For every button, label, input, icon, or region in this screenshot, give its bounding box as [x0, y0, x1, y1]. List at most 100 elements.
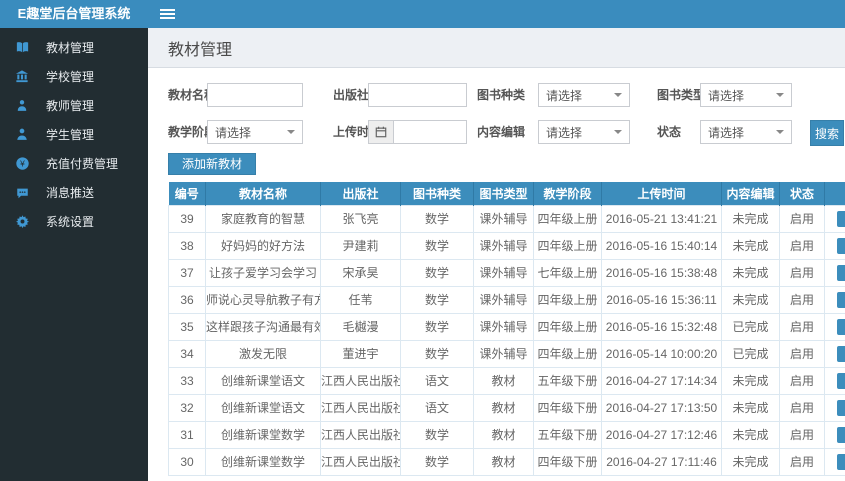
table-cell-actions: [824, 285, 845, 314]
table-cell: 四年级上册: [533, 231, 602, 260]
table-cell: 激发无限: [205, 339, 321, 368]
sidebar-item-5[interactable]: 消息推送: [0, 178, 148, 207]
table-cell: 张飞亮: [320, 204, 401, 233]
status-label: 状态: [657, 125, 682, 139]
row-action-button[interactable]: [837, 345, 845, 362]
row-action-button[interactable]: [837, 372, 845, 389]
column-header: 图书类型: [473, 182, 534, 205]
table-cell: 数学: [400, 312, 474, 341]
materials-table: 编号 教材名称 出版社 图书种类 图书类型 教学阶段 上传时间 内容编辑 状态 39 家庭教育的智…: [168, 182, 845, 476]
book-type-value: 请选择: [708, 88, 745, 103]
table-cell: 37: [168, 258, 206, 287]
table-cell: 未完成: [721, 285, 780, 314]
upload-time-input[interactable]: [393, 120, 467, 144]
payment-icon: ¥: [14, 156, 30, 172]
chevron-down-icon: [776, 93, 784, 97]
table-cell: 江西人民出版社: [320, 393, 401, 422]
table-cell: 数学: [400, 447, 474, 476]
table-cell: 课外辅导: [473, 258, 534, 287]
sidebar-item-0[interactable]: 教材管理: [0, 33, 148, 62]
table-cell-actions: [824, 393, 845, 422]
table-cell: 教材: [473, 420, 534, 449]
table-cell: 数学: [400, 258, 474, 287]
table-cell: 启用: [779, 204, 825, 233]
row-action-button[interactable]: [837, 237, 845, 254]
table-cell: 30: [168, 447, 206, 476]
sidebar-item-4[interactable]: ¥ 充值付费管理: [0, 149, 148, 178]
table-cell: 启用: [779, 312, 825, 341]
hamburger-icon[interactable]: [160, 9, 175, 21]
status-value: 请选择: [708, 125, 745, 140]
sidebar: 教材管理 学校管理 教师管理 学生管理 ¥ 充值付费管理 消息推送系统设置: [0, 28, 148, 481]
table-cell: 38: [168, 231, 206, 260]
sidebar-item-3[interactable]: 学生管理: [0, 120, 148, 149]
publisher-input[interactable]: [368, 83, 467, 107]
material-name-input[interactable]: [207, 83, 303, 107]
book-icon: [14, 40, 30, 56]
table-cell: 课外辅导: [473, 312, 534, 341]
sidebar-item-label: 系统设置: [46, 215, 95, 229]
row-action-button[interactable]: [837, 453, 845, 470]
table-cell-actions: [824, 312, 845, 341]
sidebar-item-2[interactable]: 教师管理: [0, 91, 148, 120]
table-cell: 课外辅导: [473, 204, 534, 233]
row-action-button[interactable]: [837, 318, 845, 335]
table-cell: 启用: [779, 258, 825, 287]
row-action-button[interactable]: [837, 399, 845, 416]
table-cell: 好妈妈的好方法: [205, 231, 321, 260]
table-cell: 创维新课堂语文: [205, 393, 321, 422]
table-cell: 家庭教育的智慧: [205, 204, 321, 233]
table-cell: 语文: [400, 366, 474, 395]
table-cell: 未完成: [721, 366, 780, 395]
sidebar-item-6[interactable]: 系统设置: [0, 207, 148, 236]
main-area: 教材管理 教材名称 出版社 图书种类 请选择 图书类型 请选择 教学阶段 请选择…: [148, 28, 845, 481]
table-cell: 33: [168, 366, 206, 395]
book-kind-value: 请选择: [546, 88, 583, 103]
content-editor-select[interactable]: 请选择: [538, 120, 630, 144]
teaching-stage-select[interactable]: 请选择: [207, 120, 303, 144]
sidebar-item-label: 消息推送: [46, 186, 95, 200]
sidebar-item-1[interactable]: 学校管理: [0, 62, 148, 91]
table-cell: 董进宇: [320, 339, 401, 368]
page-title: 教材管理: [168, 41, 233, 59]
table-cell: 2016-04-27 17:14:34: [601, 366, 722, 395]
book-type-select[interactable]: 请选择: [700, 83, 792, 107]
row-action-button[interactable]: [837, 426, 845, 443]
table-cell: 四年级上册: [533, 339, 602, 368]
table-cell: 五年级下册: [533, 366, 602, 395]
table-cell: 35: [168, 312, 206, 341]
table-cell: 启用: [779, 366, 825, 395]
status-select[interactable]: 请选择: [700, 120, 792, 144]
table-cell-actions: [824, 231, 845, 260]
table-cell: 尹建莉: [320, 231, 401, 260]
row-action-button[interactable]: [837, 210, 845, 227]
table-cell: 启用: [779, 447, 825, 476]
chevron-down-icon: [776, 130, 784, 134]
table-cell: 未完成: [721, 204, 780, 233]
publisher-label: 出版社: [333, 88, 370, 102]
table-cell: 任苇: [320, 285, 401, 314]
add-material-button[interactable]: 添加新教材: [168, 153, 257, 175]
sidebar-item-label: 充值付费管理: [46, 157, 119, 171]
table-header-row: 编号 教材名称 出版社 图书种类 图书类型 教学阶段 上传时间 内容编辑 状态: [168, 182, 845, 205]
row-action-button[interactable]: [837, 291, 845, 308]
row-action-button[interactable]: [837, 264, 845, 281]
table-cell-actions: [824, 420, 845, 449]
column-header: 上传时间: [601, 182, 722, 205]
table-cell: 34: [168, 339, 206, 368]
table-cell: 2016-05-16 15:40:14: [601, 231, 722, 260]
table-body: 39 家庭教育的智慧 张飞亮 数学 课外辅导 四年级上册 2016-05-21 13:41:…: [168, 204, 845, 476]
table-cell: 2016-05-16 15:36:11: [601, 285, 722, 314]
table-cell: 启用: [779, 231, 825, 260]
student-icon: [14, 127, 30, 143]
materials-table-wrap: 编号 教材名称 出版社 图书种类 图书类型 教学阶段 上传时间 内容编辑 状态 39 家庭教育的智…: [168, 182, 845, 476]
top-bar: E趣堂后台管理系统: [0, 0, 845, 28]
table-cell: 32: [168, 393, 206, 422]
search-button[interactable]: 搜索: [810, 120, 844, 146]
book-kind-select[interactable]: 请选择: [538, 83, 630, 107]
table-row: 35 这样跟孩子沟通最有效 毛樾漫 数学 课外辅导 四年级上册 2016-05-16 15:…: [168, 312, 845, 341]
table-cell: 2016-04-27 17:12:46: [601, 420, 722, 449]
table-row: 33 创维新课堂语文 江西人民出版社 语文 教材 五年级下册 2016-04-27 17:1…: [168, 366, 845, 395]
calendar-icon[interactable]: [368, 120, 394, 144]
table-cell: 未完成: [721, 258, 780, 287]
